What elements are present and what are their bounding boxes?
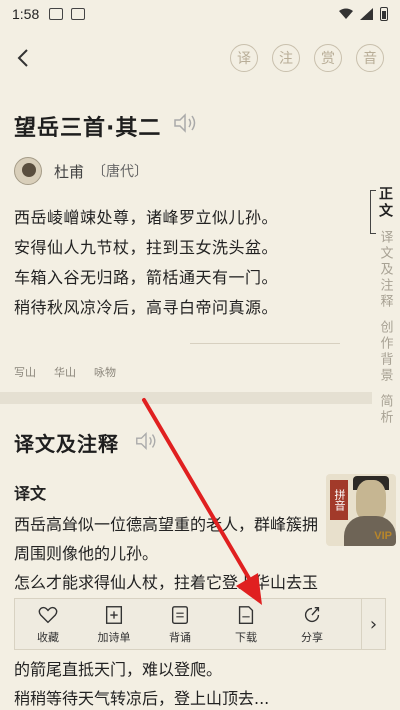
battery-icon [380, 7, 388, 21]
status-bar: 1:58 [0, 0, 400, 28]
recite-icon [171, 605, 189, 624]
portrait-face [356, 480, 386, 520]
side-tab-main[interactable]: 正文 [375, 186, 395, 220]
poem-body: 西岳崚嶒竦处尊，诸峰罗立似儿孙。 安得仙人九节杖，拄到玉女洗头盆。 车箱入谷无归… [14, 203, 359, 323]
download-label: 下载 [235, 630, 257, 644]
annotate-button[interactable]: 注 [272, 44, 300, 72]
poem-line: 安得仙人九节杖，拄到玉女洗头盆。 [14, 238, 279, 257]
translate-button[interactable]: 译 [230, 44, 258, 72]
download-button[interactable]: 下载 [213, 598, 279, 650]
action-bar: 收藏 加诗单 背诵 下载 分享 › [14, 598, 386, 650]
divider [190, 343, 340, 344]
translation-line: 稍稍等待天气转凉后，登上山顶去... [14, 689, 270, 708]
section-divider [0, 392, 372, 404]
translation-line: 怎么才能求得仙人杖，拄着它登上华山去玉 [14, 573, 319, 592]
recite-label: 背诵 [169, 630, 191, 644]
add-to-list-label: 加诗单 [97, 630, 131, 644]
side-tab-translation[interactable]: 译文及注释 [376, 230, 395, 310]
image-icon [49, 8, 64, 20]
translation-continued: 的箭尾直抵天门，难以登爬。 稍稍等待天气转凉后，登上山顶去... [14, 655, 384, 710]
pinyin-label: 拼音 [330, 480, 348, 520]
side-tab-nav: 正文 译文及注释 创作背景 简析 [370, 186, 400, 436]
signal-icon [360, 8, 373, 20]
top-bar: 译 注 赏 音 [0, 38, 400, 78]
side-tab-analysis[interactable]: 简析 [376, 394, 395, 426]
audio-button[interactable]: 音 [356, 44, 384, 72]
vip-label: VIP [374, 530, 392, 542]
speaker-icon[interactable] [134, 430, 158, 452]
wifi-icon [339, 8, 353, 19]
author-avatar[interactable] [14, 157, 42, 185]
poem-line: 西岳崚嶒竦处尊，诸峰罗立似儿孙。 [14, 208, 279, 227]
tag-item[interactable]: 华山 [54, 364, 76, 380]
pdf-icon [238, 605, 254, 624]
translation-line: 的箭尾直抵天门，难以登爬。 [14, 660, 223, 679]
add-to-list-button[interactable]: 加诗单 [81, 598, 147, 650]
favorite-button[interactable]: 收藏 [15, 598, 81, 650]
share-button[interactable]: 分享 [279, 598, 345, 650]
recite-button[interactable]: 背诵 [147, 598, 213, 650]
speaker-icon[interactable] [172, 112, 198, 134]
plus-box-icon [105, 605, 123, 624]
status-time: 1:58 [12, 6, 40, 22]
section-title: 译文及注释 [14, 432, 119, 456]
share-label: 分享 [301, 630, 323, 644]
poem-line: 车箱入谷无归路，箭栝通天有一门。 [14, 268, 279, 287]
translation-subtitle: 译文 [14, 484, 47, 503]
author-name[interactable]: 杜甫 [54, 161, 84, 182]
author-dynasty: 〔唐代〕 [92, 164, 149, 180]
tag-item[interactable]: 咏物 [94, 364, 116, 380]
appreciate-button[interactable]: 赏 [314, 44, 342, 72]
tag-list: 写山 华山 咏物 [14, 364, 116, 380]
notification-a-icon [71, 8, 86, 20]
chevron-right-icon[interactable]: › [361, 598, 385, 650]
side-tab-background[interactable]: 创作背景 [376, 320, 395, 384]
poem-title: 望岳三首·其二 [14, 116, 162, 141]
vip-pinyin-badge[interactable]: 拼音 VIP [326, 474, 396, 546]
heart-icon [38, 606, 58, 623]
share-icon [304, 606, 320, 622]
poem-line: 稍待秋风凉冷后，高寻白帝问真源。 [14, 298, 279, 317]
chevron-left-icon[interactable] [12, 44, 36, 72]
author-row[interactable]: 杜甫 〔唐代〕 [14, 156, 148, 186]
favorite-label: 收藏 [37, 630, 59, 644]
tag-item[interactable]: 写山 [14, 364, 36, 380]
